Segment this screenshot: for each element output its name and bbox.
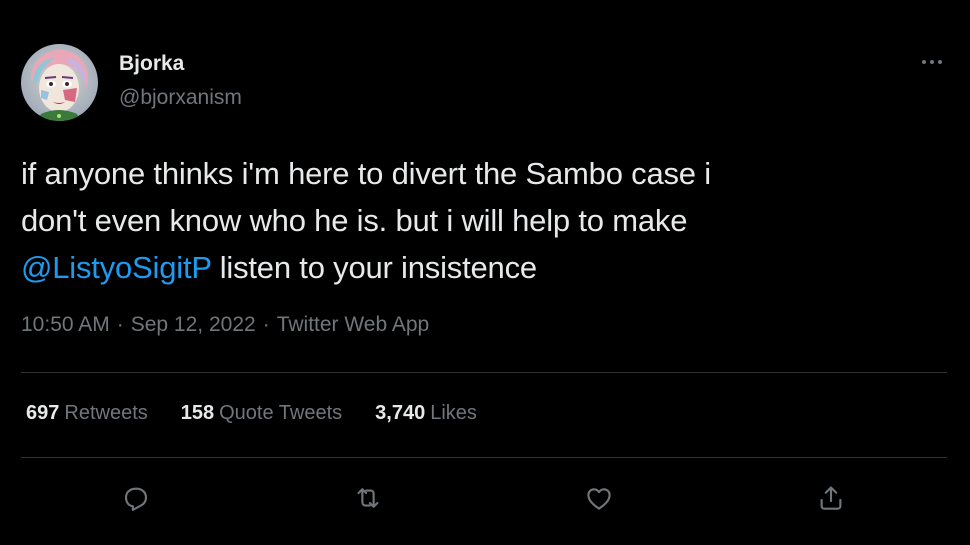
avatar[interactable] xyxy=(21,44,98,121)
more-dot-icon xyxy=(938,60,942,64)
tweet-meta: 10:50 AM · Sep 12, 2022 · Twitter Web App xyxy=(21,313,429,337)
retweet-icon xyxy=(357,488,379,508)
like-button[interactable] xyxy=(581,480,617,516)
quote-tweets-stat[interactable]: 158 Quote Tweets xyxy=(181,402,342,425)
tweet-text: if anyone thinks i'm here to divert the … xyxy=(21,150,921,291)
meta-separator: · xyxy=(262,313,270,336)
retweets-count: 697 xyxy=(26,402,60,424)
reply-icon xyxy=(124,487,148,511)
share-button[interactable] xyxy=(813,480,849,516)
likes-label: Likes xyxy=(430,402,477,424)
more-dot-icon xyxy=(922,60,926,64)
retweets-stat[interactable]: 697 Retweets xyxy=(26,402,148,425)
mention-link[interactable]: @ListyoSigitP xyxy=(21,250,211,285)
avatar-image xyxy=(21,44,98,121)
tweet-text-line: if anyone thinks i'm here to divert the … xyxy=(21,156,711,191)
more-options-button[interactable] xyxy=(914,50,950,74)
tweet-text-fragment: listen to your insistence xyxy=(211,250,537,285)
tweet-source-link[interactable]: Twitter Web App xyxy=(277,313,430,336)
tweet-date: Sep 12, 2022 xyxy=(130,313,256,336)
retweets-label: Retweets xyxy=(64,402,148,424)
divider xyxy=(21,457,947,458)
tweet-text-line: @ListyoSigitP listen to your insistence xyxy=(21,244,921,291)
quote-tweets-count: 158 xyxy=(180,402,215,424)
tweet-card: Bjorka @bjorxanism if anyone thinks i'm … xyxy=(0,0,970,545)
likes-stat[interactable]: 3,740 Likes xyxy=(375,402,477,425)
like-icon xyxy=(587,488,611,510)
more-dot-icon xyxy=(930,60,934,64)
share-icon xyxy=(820,486,842,510)
tweet-stats: 697 Retweets 158 Quote Tweets 3,740 Likes xyxy=(26,402,510,425)
divider xyxy=(21,372,947,373)
tweet-time-link[interactable]: 10:50 AM · Sep 12, 2022 xyxy=(21,313,256,336)
likes-count: 3,740 xyxy=(375,402,426,424)
reply-button[interactable] xyxy=(118,480,154,516)
retweet-button[interactable] xyxy=(350,480,386,516)
display-name[interactable]: Bjorka xyxy=(119,52,184,76)
user-handle[interactable]: @bjorxanism xyxy=(119,86,242,110)
quote-tweets-label: Quote Tweets xyxy=(219,402,343,424)
tweet-time: 10:50 AM xyxy=(21,313,110,336)
tweet-text-line: don't even know who he is. but i will he… xyxy=(21,203,688,238)
meta-separator: · xyxy=(116,313,124,336)
